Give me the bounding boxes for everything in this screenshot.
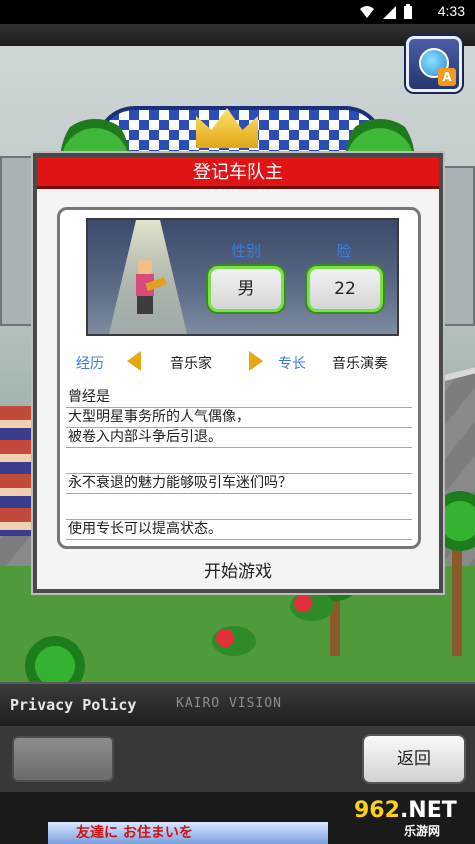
description-text: 曾经是 大型明星事务所的人气偶像， 被卷入内部斗争后引退。 永不衰退的魅力能够吸… <box>66 388 412 540</box>
top-strip <box>0 24 475 46</box>
battery-icon <box>404 4 412 19</box>
privacy-policy-link[interactable]: Privacy Policy <box>10 696 136 714</box>
signal-icon <box>383 6 396 19</box>
site-watermark: 962.NET 乐游网 <box>354 798 472 842</box>
career-row: 经历 音乐家 专长 音乐演奏 <box>60 350 418 374</box>
face-label: 脸 <box>336 242 352 260</box>
start-game-button[interactable]: 开始游戏 <box>37 555 439 589</box>
spectator-crowd <box>0 406 36 536</box>
career-next-button[interactable] <box>248 350 264 372</box>
description-line: 被卷入内部斗争后引退。 <box>66 428 412 448</box>
character-avatar <box>132 260 167 316</box>
bottom-left-panel <box>12 736 114 782</box>
status-time: 4:33 <box>437 3 465 19</box>
gender-selector[interactable]: 男 <box>208 266 284 312</box>
translate-badge: A <box>438 68 456 86</box>
watermark-brand: 962 <box>354 798 400 823</box>
footer-strip: Privacy Policy KAIRO VISION <box>0 682 475 726</box>
specialty-label: 专长 <box>278 356 306 372</box>
translate-button[interactable]: A <box>406 36 462 92</box>
watermark-suffix: .NET <box>399 798 457 823</box>
description-line <box>66 494 412 520</box>
character-stage: 性别 男 脸 22 <box>86 218 399 336</box>
flower-bed <box>212 626 256 656</box>
character-head <box>138 260 152 274</box>
career-value: 音乐家 <box>170 356 212 372</box>
status-icons <box>359 4 413 20</box>
gender-label: 性别 <box>230 242 261 260</box>
career-label: 经历 <box>76 356 104 372</box>
description-line <box>66 448 412 474</box>
description-line: 大型明星事务所的人气偶像， <box>66 408 412 428</box>
watermark-sub: 乐游网 <box>404 824 441 838</box>
career-prev-button[interactable] <box>126 350 142 372</box>
description-line: 永不衰退的魅力能够吸引车迷们吗？ <box>66 474 412 494</box>
kairo-vision-logo: KAIRO VISION <box>176 696 282 711</box>
back-button[interactable]: 返回 <box>362 734 466 784</box>
description-line: 使用专长可以提高状态。 <box>66 520 412 540</box>
flower-bed <box>290 591 334 621</box>
bottom-bar: 返回 <box>0 726 475 792</box>
dialog-title: 登记车队主 <box>37 157 439 189</box>
character-legs <box>137 296 153 314</box>
status-bar: 4:33 <box>0 0 475 24</box>
description-line: 曾经是 <box>66 388 412 408</box>
register-owner-dialog: 登记车队主 性别 男 脸 22 经历 音乐家 专长 音乐演奏 曾经是 大型明星事… <box>33 153 443 593</box>
profile-panel: 性别 男 脸 22 经历 音乐家 专长 音乐演奏 曾经是 大型明星事务所的人气偶… <box>57 207 421 549</box>
face-selector[interactable]: 22 <box>307 266 383 312</box>
wifi-icon <box>360 6 374 18</box>
specialty-value: 音乐演奏 <box>332 356 388 372</box>
ad-banner[interactable]: 友達に お住まいを <box>48 822 328 844</box>
